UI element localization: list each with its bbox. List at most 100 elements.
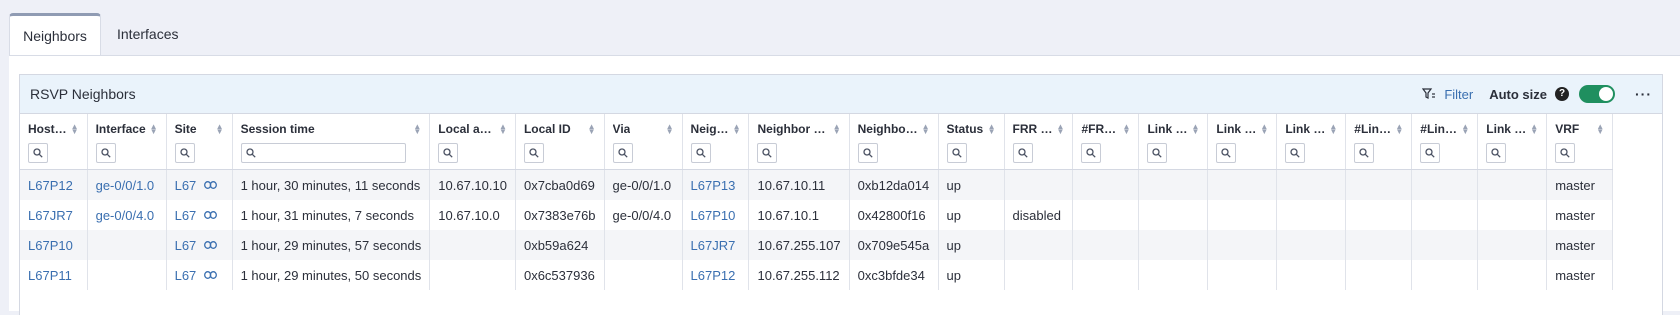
column-label: Link …	[1147, 122, 1188, 136]
column-header-interface[interactable]: Interface ▲ ▼	[87, 114, 167, 170]
sort-icon[interactable]: ▲ ▼	[1191, 123, 1199, 136]
column-header-vrf[interactable]: VRF ▲ ▼	[1546, 114, 1614, 170]
column-filter-input[interactable]	[946, 143, 967, 163]
interface-link[interactable]: ge-0/0/4.0	[96, 208, 155, 223]
sort-icon[interactable]: ▲ ▼	[1057, 123, 1065, 136]
column-filter-input[interactable]	[438, 143, 459, 163]
column-filter-input[interactable]	[1012, 143, 1033, 163]
sort-icon[interactable]: ▲ ▼	[216, 123, 224, 136]
column-header-session-time[interactable]: Session time ▲ ▼	[232, 114, 431, 170]
site-link[interactable]: L67	[175, 268, 197, 283]
cell-local-id: 0xb59a624	[515, 230, 605, 260]
column-filter-input[interactable]	[1486, 143, 1507, 163]
sort-icon[interactable]: ▲ ▼	[1461, 123, 1469, 136]
column-label: Local a…	[438, 122, 492, 136]
column-header-num-link2[interactable]: #Lin… ▲ ▼	[1411, 114, 1479, 170]
column-header-num-frr[interactable]: #FR… ▲ ▼	[1072, 114, 1140, 170]
column-header-hostname[interactable]: Host… ▲ ▼	[20, 114, 88, 170]
column-header-link4[interactable]: Link … ▲ ▼	[1477, 114, 1548, 170]
site-link[interactable]: L67	[175, 238, 197, 253]
link-icon[interactable]	[200, 271, 218, 279]
column-filter-input[interactable]	[1081, 143, 1102, 163]
sort-icon[interactable]: ▲ ▼	[1329, 123, 1337, 136]
neighbor-host-link[interactable]: L67P10	[691, 208, 736, 223]
sort-icon[interactable]: ▲ ▼	[1123, 123, 1131, 136]
filter-button[interactable]: Filter	[1422, 87, 1473, 102]
search-icon	[862, 148, 873, 158]
column-filter-input[interactable]	[1147, 143, 1168, 163]
sort-icon[interactable]: ▲ ▼	[1395, 123, 1403, 136]
filter-icon	[1422, 88, 1436, 99]
cell-neighbor-host: L67JR7	[682, 230, 750, 260]
tab-neighbors[interactable]: Neighbors	[9, 13, 101, 57]
site-link[interactable]: L67	[175, 208, 197, 223]
neighbor-host-link[interactable]: L67P12	[691, 268, 736, 283]
sort-icon[interactable]: ▲ ▼	[413, 123, 421, 136]
column-header-neighbor-id[interactable]: Neighbo… ▲ ▼	[849, 114, 939, 170]
column-header-num-link1[interactable]: #Lin… ▲ ▼	[1345, 114, 1413, 170]
column-header-status[interactable]: Status ▲ ▼	[938, 114, 1005, 170]
sort-icon[interactable]: ▲ ▼	[988, 123, 996, 136]
sort-icon[interactable]: ▲ ▼	[1260, 123, 1268, 136]
column-header-link1[interactable]: Link … ▲ ▼	[1138, 114, 1209, 170]
column-filter-input[interactable]	[1555, 143, 1576, 163]
hostname-link[interactable]: L67P10	[28, 238, 73, 253]
sort-icon[interactable]: ▲ ▼	[1530, 123, 1538, 136]
link-icon[interactable]	[200, 211, 218, 219]
column-header-neighbor-host[interactable]: Neig… ▲ ▼	[682, 114, 750, 170]
table-row[interactable]: L67P10 L67 1 hour, 29 minutes, 57 seconds 0…	[20, 230, 1614, 260]
interface-link[interactable]: ge-0/0/1.0	[96, 178, 155, 193]
cell-link4	[1477, 169, 1548, 200]
hostname-link[interactable]: L67P12	[28, 178, 73, 193]
sort-icon[interactable]: ▲ ▼	[499, 123, 507, 136]
help-icon[interactable]: ?	[1555, 87, 1569, 101]
hostname-link[interactable]: L67P11	[28, 268, 72, 283]
column-filter-input[interactable]	[690, 143, 711, 163]
cell-hostname: L67P10	[20, 230, 88, 260]
more-options-icon[interactable]: ···	[1635, 86, 1652, 102]
sort-icon[interactable]: ▲ ▼	[922, 123, 930, 136]
table-row[interactable]: L67JR7 ge-0/0/4.0 L67 1 hour, 31 minutes, 7…	[20, 200, 1614, 230]
column-header-neighbor-address[interactable]: Neighbor … ▲ ▼	[748, 114, 850, 170]
sort-icon[interactable]: ▲ ▼	[833, 123, 841, 136]
column-header-site[interactable]: Site ▲ ▼	[166, 114, 233, 170]
column-label: Neig…	[690, 122, 729, 136]
neighbor-host-link[interactable]: L67P13	[691, 178, 736, 193]
column-filter-input[interactable]	[174, 143, 195, 163]
column-filter-input[interactable]	[1216, 143, 1237, 163]
column-header-local-id[interactable]: Local ID ▲ ▼	[515, 114, 605, 170]
sort-icon[interactable]: ▲ ▼	[666, 123, 674, 136]
column-header-via[interactable]: Via ▲ ▼	[604, 114, 683, 170]
column-filter-input[interactable]	[95, 143, 116, 163]
column-filter-input[interactable]	[523, 143, 544, 163]
link-icon[interactable]	[200, 181, 218, 189]
table-row[interactable]: L67P12 ge-0/0/1.0 L67 1 hour, 30 minutes, 1…	[20, 169, 1614, 200]
column-filter-input[interactable]	[1420, 143, 1441, 163]
column-header-local-address[interactable]: Local a… ▲ ▼	[429, 114, 516, 170]
sort-icon[interactable]: ▲ ▼	[71, 123, 79, 136]
column-header-frr[interactable]: FRR … ▲ ▼	[1004, 114, 1074, 170]
tab-interfaces[interactable]: Interfaces	[117, 13, 178, 55]
column-filter-input[interactable]	[240, 143, 406, 163]
autosize-toggle[interactable]	[1579, 85, 1615, 103]
column-filter-input[interactable]	[757, 143, 778, 163]
cell-vrf: master	[1546, 260, 1614, 290]
sort-icon[interactable]: ▲ ▼	[588, 123, 596, 136]
site-link[interactable]: L67	[175, 178, 197, 193]
table-row[interactable]: L67P11 L67 1 hour, 29 minutes, 50 seconds 0…	[20, 260, 1614, 290]
hostname-link[interactable]: L67JR7	[28, 208, 73, 223]
column-filter-input[interactable]	[1285, 143, 1306, 163]
link-icon[interactable]	[200, 241, 218, 249]
column-filter-input[interactable]	[1354, 143, 1375, 163]
sort-icon[interactable]: ▲ ▼	[1596, 123, 1604, 136]
sort-icon[interactable]: ▲ ▼	[150, 123, 158, 136]
column-header-link2[interactable]: Link … ▲ ▼	[1207, 114, 1278, 170]
column-filter-input[interactable]	[28, 143, 48, 163]
neighbors-table: Host… ▲ ▼ Interface ▲ ▼ Site ▲ ▼ Session time ▲ ▼ Lo…	[20, 114, 1614, 290]
neighbor-host-link[interactable]: L67JR7	[691, 238, 736, 253]
column-filter-input[interactable]	[612, 143, 633, 163]
column-header-link3[interactable]: Link … ▲ ▼	[1276, 114, 1347, 170]
sort-icon[interactable]: ▲ ▼	[733, 123, 741, 136]
column-filter-input[interactable]	[857, 143, 878, 163]
tab-bar: Neighbors Interfaces	[0, 0, 1680, 57]
